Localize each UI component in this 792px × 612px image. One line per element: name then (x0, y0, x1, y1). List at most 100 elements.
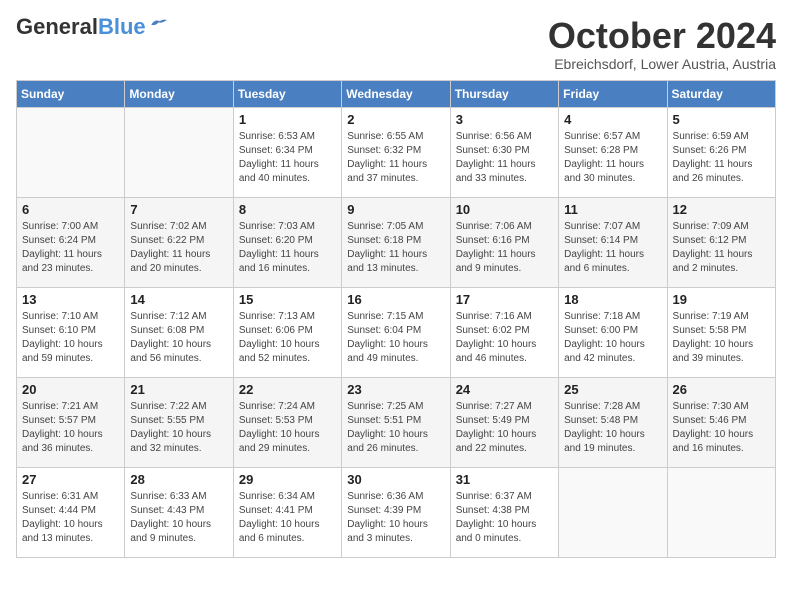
calendar-cell (559, 467, 667, 557)
day-number: 19 (673, 292, 770, 307)
day-number: 25 (564, 382, 661, 397)
day-number: 3 (456, 112, 553, 127)
day-number: 8 (239, 202, 336, 217)
day-info: Sunrise: 6:31 AM Sunset: 4:44 PM Dayligh… (22, 490, 119, 546)
day-info: Sunrise: 7:16 AM Sunset: 6:02 PM Dayligh… (456, 310, 553, 366)
day-info: Sunrise: 6:34 AM Sunset: 4:41 PM Dayligh… (239, 490, 336, 546)
day-number: 23 (347, 382, 444, 397)
calendar-cell: 3 Sunrise: 6:56 AM Sunset: 6:30 PM Daylig… (450, 107, 558, 197)
weekday-header-monday: Monday (125, 80, 233, 107)
calendar-cell (17, 107, 125, 197)
calendar-week-row: 6Sunrise: 7:00 AM Sunset: 6:24 PM Daylig… (17, 197, 776, 287)
calendar-cell: 28Sunrise: 6:33 AM Sunset: 4:43 PM Dayli… (125, 467, 233, 557)
day-number: 17 (456, 292, 553, 307)
day-number: 4 (564, 112, 661, 127)
calendar-cell: 9Sunrise: 7:05 AM Sunset: 6:18 PM Daylig… (342, 197, 450, 287)
calendar-cell: 1Sunrise: 6:53 AM Sunset: 6:34 PM Daylig… (233, 107, 341, 197)
day-info: Sunrise: 7:28 AM Sunset: 5:48 PM Dayligh… (564, 400, 661, 456)
calendar-cell: 19 Sunrise: 7:19 AM Sunset: 5:58 PM Dayli… (667, 287, 775, 377)
day-info: Sunrise: 7:22 AM Sunset: 5:55 PM Dayligh… (130, 400, 227, 456)
weekday-header-thursday: Thursday (450, 80, 558, 107)
day-info: Sunrise: 6:57 AM Sunset: 6:28 PM Dayligh… (564, 130, 661, 186)
day-info: Sunrise: 7:12 AM Sunset: 6:08 PM Dayligh… (130, 310, 227, 366)
day-number: 7 (130, 202, 227, 217)
calendar-week-row: 27 Sunrise: 6:31 AM Sunset: 4:44 PM Dayli… (17, 467, 776, 557)
calendar-cell: 27 Sunrise: 6:31 AM Sunset: 4:44 PM Dayli… (17, 467, 125, 557)
calendar-cell: 20Sunrise: 7:21 AM Sunset: 5:57 PM Dayli… (17, 377, 125, 467)
calendar-cell: 6Sunrise: 7:00 AM Sunset: 6:24 PM Daylig… (17, 197, 125, 287)
calendar-cell: 25 Sunrise: 7:28 AM Sunset: 5:48 PM Dayli… (559, 377, 667, 467)
day-info: Sunrise: 6:37 AM Sunset: 4:38 PM Dayligh… (456, 490, 553, 546)
day-number: 5 (673, 112, 770, 127)
day-number: 27 (22, 472, 119, 487)
day-info: Sunrise: 6:36 AM Sunset: 4:39 PM Dayligh… (347, 490, 444, 546)
day-number: 21 (130, 382, 227, 397)
calendar-cell: 16 Sunrise: 7:15 AM Sunset: 6:04 PM Dayli… (342, 287, 450, 377)
calendar-week-row: 1Sunrise: 6:53 AM Sunset: 6:34 PM Daylig… (17, 107, 776, 197)
day-number: 13 (22, 292, 119, 307)
calendar-cell: 29Sunrise: 6:34 AM Sunset: 4:41 PM Dayli… (233, 467, 341, 557)
day-number: 31 (456, 472, 553, 487)
calendar-cell: 18 Sunrise: 7:18 AM Sunset: 6:00 PM Dayli… (559, 287, 667, 377)
calendar-header-row: SundayMondayTuesdayWednesdayThursdayFrid… (17, 80, 776, 107)
day-info: Sunrise: 7:15 AM Sunset: 6:04 PM Dayligh… (347, 310, 444, 366)
calendar-cell (125, 107, 233, 197)
calendar-cell: 30 Sunrise: 6:36 AM Sunset: 4:39 PM Dayli… (342, 467, 450, 557)
logo: GeneralBlue (16, 16, 168, 38)
day-info: Sunrise: 6:56 AM Sunset: 6:30 PM Dayligh… (456, 130, 553, 186)
day-number: 24 (456, 382, 553, 397)
weekday-header-wednesday: Wednesday (342, 80, 450, 107)
calendar-cell: 12 Sunrise: 7:09 AM Sunset: 6:12 PM Dayli… (667, 197, 775, 287)
location-subtitle: Ebreichsdorf, Lower Austria, Austria (548, 56, 776, 72)
day-number: 11 (564, 202, 661, 217)
calendar-cell: 15Sunrise: 7:13 AM Sunset: 6:06 PM Dayli… (233, 287, 341, 377)
day-number: 22 (239, 382, 336, 397)
day-number: 30 (347, 472, 444, 487)
title-area: October 2024 Ebreichsdorf, Lower Austria… (548, 16, 776, 72)
day-info: Sunrise: 7:02 AM Sunset: 6:22 PM Dayligh… (130, 220, 227, 276)
day-number: 14 (130, 292, 227, 307)
day-number: 2 (347, 112, 444, 127)
day-number: 10 (456, 202, 553, 217)
day-number: 1 (239, 112, 336, 127)
day-info: Sunrise: 7:25 AM Sunset: 5:51 PM Dayligh… (347, 400, 444, 456)
calendar-cell: 17 Sunrise: 7:16 AM Sunset: 6:02 PM Dayli… (450, 287, 558, 377)
day-info: Sunrise: 7:30 AM Sunset: 5:46 PM Dayligh… (673, 400, 770, 456)
calendar-body: 1Sunrise: 6:53 AM Sunset: 6:34 PM Daylig… (17, 107, 776, 557)
calendar-cell: 5 Sunrise: 6:59 AM Sunset: 6:26 PM Daylig… (667, 107, 775, 197)
day-info: Sunrise: 7:09 AM Sunset: 6:12 PM Dayligh… (673, 220, 770, 276)
calendar-cell: 26Sunrise: 7:30 AM Sunset: 5:46 PM Dayli… (667, 377, 775, 467)
calendar-cell: 7 Sunrise: 7:02 AM Sunset: 6:22 PM Daylig… (125, 197, 233, 287)
day-number: 12 (673, 202, 770, 217)
day-number: 18 (564, 292, 661, 307)
calendar-cell: 21 Sunrise: 7:22 AM Sunset: 5:55 PM Dayli… (125, 377, 233, 467)
day-info: Sunrise: 7:18 AM Sunset: 6:00 PM Dayligh… (564, 310, 661, 366)
weekday-header-sunday: Sunday (17, 80, 125, 107)
calendar-cell: 31 Sunrise: 6:37 AM Sunset: 4:38 PM Dayli… (450, 467, 558, 557)
month-title: October 2024 (548, 16, 776, 56)
weekday-header-tuesday: Tuesday (233, 80, 341, 107)
calendar-cell: 14 Sunrise: 7:12 AM Sunset: 6:08 PM Dayli… (125, 287, 233, 377)
day-info: Sunrise: 7:19 AM Sunset: 5:58 PM Dayligh… (673, 310, 770, 366)
calendar-cell: 2Sunrise: 6:55 AM Sunset: 6:32 PM Daylig… (342, 107, 450, 197)
calendar-cell: 23 Sunrise: 7:25 AM Sunset: 5:51 PM Dayli… (342, 377, 450, 467)
weekday-header-friday: Friday (559, 80, 667, 107)
calendar-cell (667, 467, 775, 557)
calendar-cell: 11Sunrise: 7:07 AM Sunset: 6:14 PM Dayli… (559, 197, 667, 287)
day-info: Sunrise: 7:10 AM Sunset: 6:10 PM Dayligh… (22, 310, 119, 366)
weekday-header-saturday: Saturday (667, 80, 775, 107)
day-info: Sunrise: 7:24 AM Sunset: 5:53 PM Dayligh… (239, 400, 336, 456)
page-header: GeneralBlue October 2024 Ebreichsdorf, L… (16, 16, 776, 72)
calendar-week-row: 20Sunrise: 7:21 AM Sunset: 5:57 PM Dayli… (17, 377, 776, 467)
day-info: Sunrise: 7:27 AM Sunset: 5:49 PM Dayligh… (456, 400, 553, 456)
day-number: 16 (347, 292, 444, 307)
day-number: 15 (239, 292, 336, 307)
calendar-cell: 13 Sunrise: 7:10 AM Sunset: 6:10 PM Dayli… (17, 287, 125, 377)
calendar-cell: 10Sunrise: 7:06 AM Sunset: 6:16 PM Dayli… (450, 197, 558, 287)
logo-text: GeneralBlue (16, 16, 146, 38)
logo-bird-icon (150, 17, 168, 29)
day-info: Sunrise: 6:59 AM Sunset: 6:26 PM Dayligh… (673, 130, 770, 186)
day-number: 9 (347, 202, 444, 217)
day-number: 6 (22, 202, 119, 217)
calendar-cell: 4 Sunrise: 6:57 AM Sunset: 6:28 PM Daylig… (559, 107, 667, 197)
